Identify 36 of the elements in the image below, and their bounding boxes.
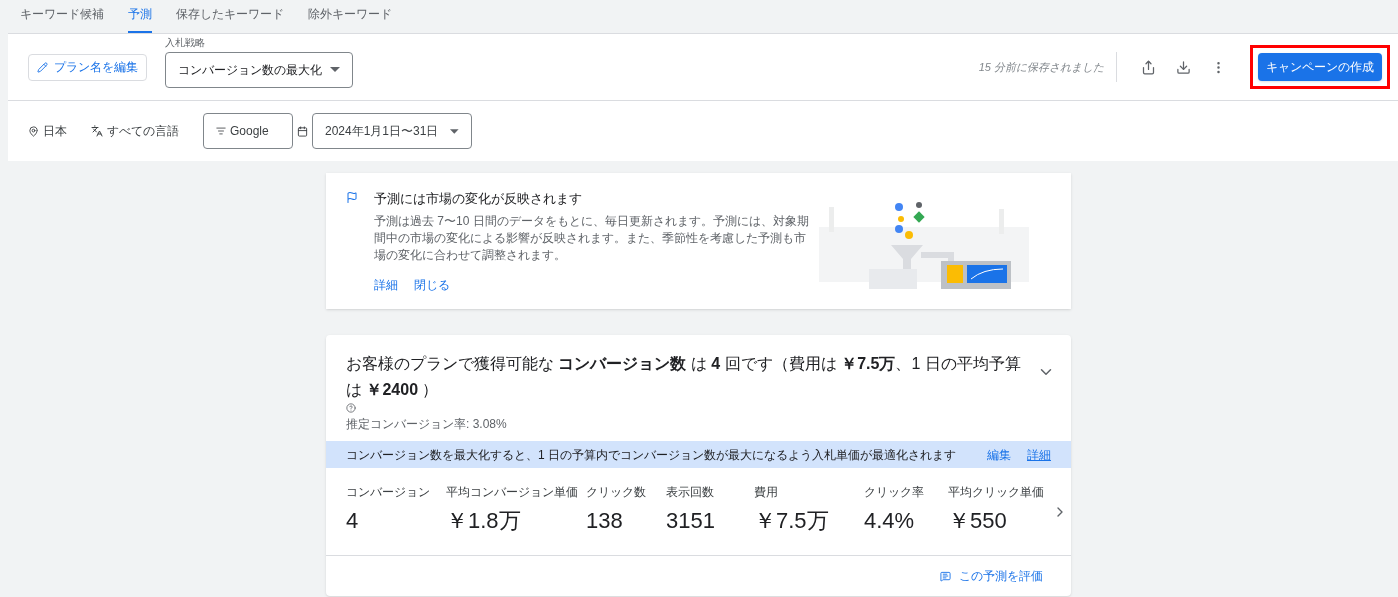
date-range-dropdown[interactable]: 2024年1月1日〜31日 (312, 113, 472, 149)
notice-body: 予測は過去 7〜10 日間のデータをもとに、毎日更新されます。予測には、対象期間中の市場の変化による影響が反映されます。また、季節性を考慮した予測も市場の変化に合わせて調整されます。 (374, 212, 809, 264)
save-status: 15 分前に保存されました (978, 52, 1117, 82)
rate-forecast-link[interactable]: この予測を評価 (940, 567, 1043, 585)
metric-value: 138 (586, 507, 624, 535)
metric-value: ￥7.5万 (754, 507, 830, 535)
tab[interactable]: キーワード候補 (20, 5, 104, 33)
notice-title: 予測には市場の変化が反映されます (374, 190, 584, 208)
metric-label: 平均クリック単価 (948, 484, 1045, 500)
metric-label: 表示回数 (666, 484, 715, 500)
location-filter[interactable]: 日本 (43, 122, 67, 140)
metric-label: コンバージョン (346, 484, 431, 500)
metric-value: 4.4% (864, 507, 916, 535)
notice-link[interactable]: 詳細 (374, 275, 399, 294)
network-dropdown[interactable]: Google (203, 113, 293, 149)
metric-value: 4 (346, 507, 360, 535)
metric-value: ￥550 (948, 507, 1008, 535)
conversion-rate: 推定コンバージョン率: 3.08% (346, 416, 508, 433)
metric-label: 平均コンバージョン単価 (446, 484, 579, 500)
banner-link[interactable]: 詳細 (1027, 445, 1051, 464)
metric-value: 3151 (666, 507, 716, 535)
tab[interactable]: 保存したキーワード (176, 5, 284, 33)
notice-link[interactable]: 閉じる (414, 275, 451, 294)
create-campaign-button[interactable]: キャンペーンの作成 (1258, 53, 1382, 81)
field-label: 入札戦略 (165, 35, 206, 50)
tab[interactable]: 除外キーワード (308, 5, 392, 33)
metric-label: クリック数 (586, 484, 647, 500)
metric-label: クリック率 (864, 484, 925, 500)
banner-link[interactable]: 編集 (987, 445, 1011, 464)
edit-plan-button[interactable]: プラン名を編集 (28, 53, 147, 81)
metric-label: 費用 (754, 484, 779, 500)
forecast-headline: お客様のプランで獲得可能な コンバージョン数 は 4 回です（費用は ￥7.5万、1 日の平均予算は ￥2400 ） (346, 354, 1022, 400)
language-filter[interactable]: すべての言語 (107, 122, 179, 140)
banner-text: コンバージョン数を最大化すると、1 日の予算内でコンバージョン数が最大になるよう入札単価が最適化されます (346, 446, 956, 464)
bid-strategy-dropdown[interactable]: コンバージョン数の最大化 (165, 51, 353, 88)
metric-value: ￥1.8万 (446, 507, 522, 535)
